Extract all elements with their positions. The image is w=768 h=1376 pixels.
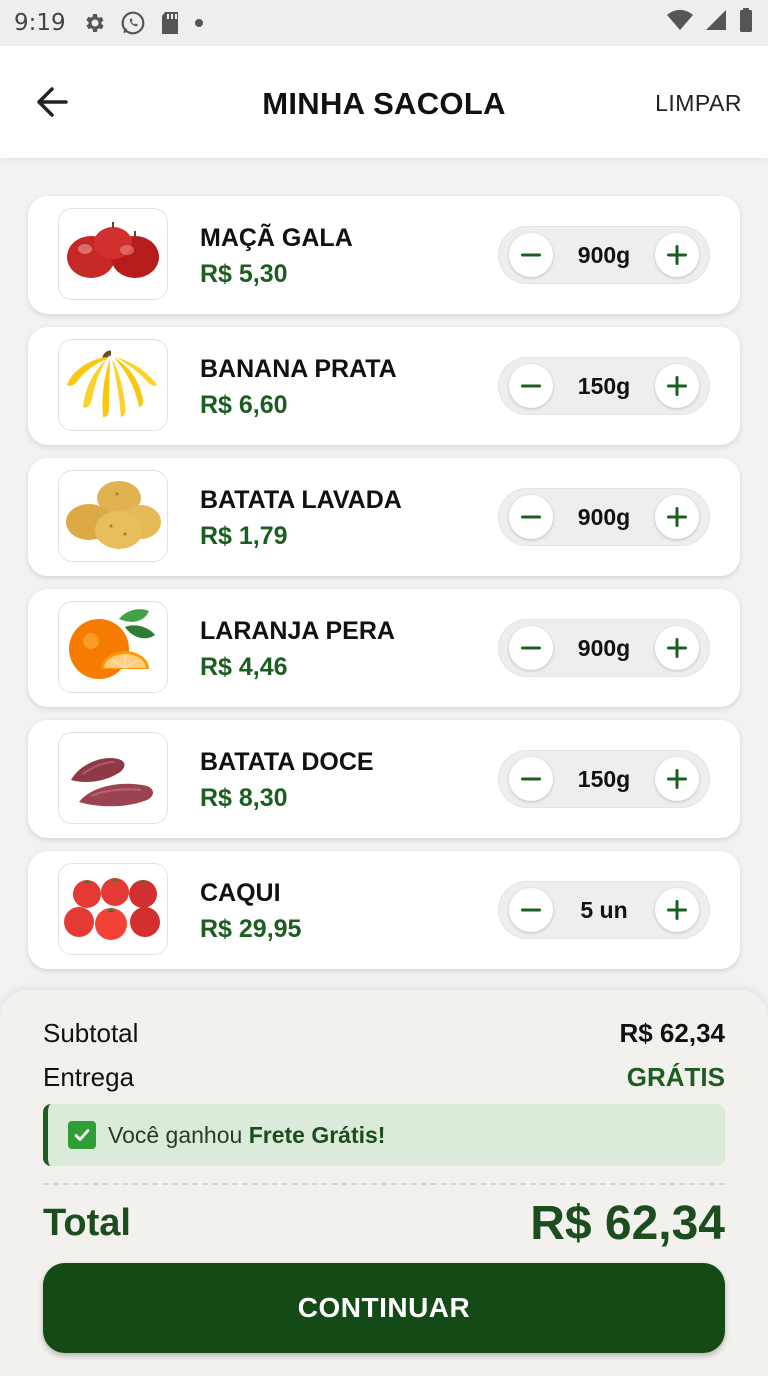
product-image — [58, 601, 168, 693]
quantity-stepper: 150g — [498, 357, 710, 415]
increase-button[interactable] — [655, 757, 699, 801]
order-summary: Subtotal R$ 62,34 Entrega GRÁTIS Você ga… — [0, 990, 768, 1376]
product-image — [58, 339, 168, 431]
summary-divider — [43, 1183, 725, 1185]
battery-icon — [738, 7, 754, 40]
plus-icon — [667, 900, 687, 920]
decrease-button[interactable] — [509, 233, 553, 277]
cart-item: CAQUI R$ 29,95 5 un — [28, 851, 740, 969]
delivery-label: Entrega — [43, 1062, 135, 1092]
product-name: BATATA DOCE — [200, 748, 374, 776]
cart-list: MAÇÃ GALA R$ 5,30 900g BANANA PRATA R$ 6… — [28, 196, 740, 982]
decrease-button[interactable] — [509, 757, 553, 801]
quantity-stepper: 900g — [498, 488, 710, 546]
banner-text: Você ganhou Frete Grátis! — [108, 1122, 385, 1149]
increase-button[interactable] — [655, 364, 699, 408]
banner-message: Você ganhou — [108, 1121, 249, 1148]
product-name: CAQUI — [200, 879, 281, 907]
quantity-value: 150g — [577, 766, 631, 792]
quantity-value: 900g — [577, 504, 631, 530]
product-name: BANANA PRATA — [200, 355, 397, 383]
increase-button[interactable] — [655, 233, 699, 277]
subtotal-row: Subtotal R$ 62,34 — [43, 1018, 725, 1049]
product-image — [58, 208, 168, 300]
minus-icon — [521, 515, 541, 519]
quantity-stepper: 150g — [498, 750, 710, 808]
product-name: BATATA LAVADA — [200, 486, 402, 514]
product-price: R$ 29,95 — [200, 915, 302, 943]
cart-item: BATATA LAVADA R$ 1,79 900g — [28, 458, 740, 576]
dot-icon — [194, 18, 204, 28]
cart-item: BANANA PRATA R$ 6,60 150g — [28, 327, 740, 445]
total-value: R$ 62,34 — [530, 1197, 725, 1250]
cart-item: BATATA DOCE R$ 8,30 150g — [28, 720, 740, 838]
product-price: R$ 5,30 — [200, 260, 288, 288]
continue-button[interactable]: CONTINUAR — [43, 1263, 725, 1353]
decrease-button[interactable] — [509, 495, 553, 539]
quantity-value: 900g — [577, 635, 631, 661]
plus-icon — [667, 507, 687, 527]
subtotal-label: Subtotal — [43, 1018, 139, 1048]
quantity-value: 5 un — [580, 897, 628, 923]
persimmon-icon — [64, 878, 160, 940]
status-bar: 9:19 — [0, 0, 768, 46]
subtotal-value: R$ 62,34 — [619, 1018, 725, 1048]
decrease-button[interactable] — [509, 888, 553, 932]
quantity-value: 150g — [577, 373, 631, 399]
delivery-value: GRÁTIS — [626, 1062, 725, 1092]
minus-icon — [521, 777, 541, 781]
sd-card-icon — [160, 11, 180, 35]
banner-highlight: Frete Grátis! — [248, 1121, 386, 1148]
product-name: LARANJA PERA — [200, 617, 395, 645]
product-price: R$ 1,79 — [200, 522, 288, 550]
increase-button[interactable] — [655, 888, 699, 932]
page-title: MINHA SACOLA — [262, 86, 506, 121]
minus-icon — [521, 908, 541, 912]
minus-icon — [521, 253, 541, 257]
product-price: R$ 4,46 — [200, 653, 288, 681]
plus-icon — [667, 376, 687, 396]
product-image — [58, 470, 168, 562]
check-icon — [68, 1121, 96, 1149]
product-name: MAÇÃ GALA — [200, 224, 353, 252]
quantity-value: 900g — [577, 242, 631, 268]
product-price: R$ 8,30 — [200, 784, 288, 812]
cart-item: LARANJA PERA R$ 4,46 900g — [28, 589, 740, 707]
increase-button[interactable] — [655, 626, 699, 670]
clear-button[interactable]: LIMPAR — [655, 90, 742, 117]
apple-icon — [67, 222, 159, 278]
increase-button[interactable] — [655, 495, 699, 539]
orange-icon — [69, 609, 155, 679]
signal-icon — [704, 8, 728, 39]
plus-icon — [667, 245, 687, 265]
total-row: Total R$ 62,34 — [43, 1196, 725, 1251]
free-shipping-banner: Você ganhou Frete Grátis! — [43, 1104, 725, 1166]
minus-icon — [521, 646, 541, 650]
product-image — [58, 863, 168, 955]
quantity-stepper: 900g — [498, 226, 710, 284]
banana-icon — [67, 350, 157, 418]
total-label: Total — [43, 1202, 131, 1244]
app-header: MINHA SACOLA LIMPAR — [0, 46, 768, 158]
product-image — [58, 732, 168, 824]
cart-item: MAÇÃ GALA R$ 5,30 900g — [28, 196, 740, 314]
sweet-potato-icon — [71, 758, 153, 807]
wifi-icon — [666, 8, 694, 39]
decrease-button[interactable] — [509, 626, 553, 670]
gear-icon — [82, 11, 106, 35]
potato-icon — [66, 481, 161, 549]
minus-icon — [521, 384, 541, 388]
product-price: R$ 6,60 — [200, 391, 288, 419]
status-time: 9:19 — [14, 10, 66, 36]
quantity-stepper: 5 un — [498, 881, 710, 939]
plus-icon — [667, 769, 687, 789]
decrease-button[interactable] — [509, 364, 553, 408]
plus-icon — [667, 638, 687, 658]
quantity-stepper: 900g — [498, 619, 710, 677]
delivery-row: Entrega GRÁTIS — [43, 1062, 725, 1093]
whatsapp-icon — [120, 10, 146, 36]
